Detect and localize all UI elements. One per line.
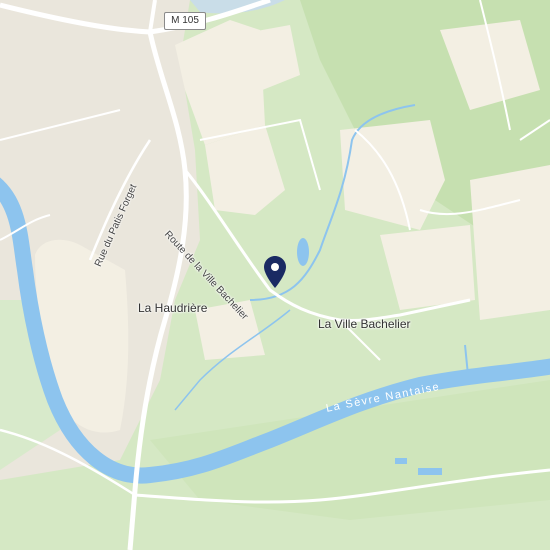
place-label-la-ville-bachelier: La Ville Bachelier	[318, 317, 411, 331]
road-shield-m105: M 105	[164, 12, 206, 30]
location-pin-icon[interactable]	[264, 256, 286, 288]
place-label-la-haudriere: La Haudrière	[138, 301, 208, 315]
pond	[395, 458, 407, 464]
pond	[297, 238, 309, 266]
field	[470, 165, 550, 320]
pond	[418, 468, 442, 475]
map-canvas[interactable]: M 105 Route de la Ville Bachelier Rue du…	[0, 0, 550, 550]
